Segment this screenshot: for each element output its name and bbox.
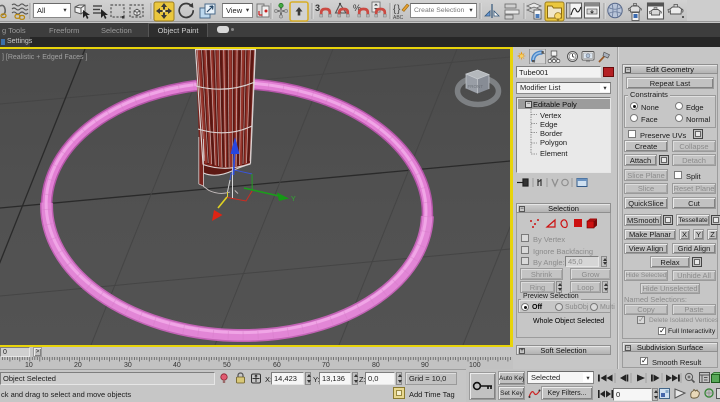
svg-text:ABC: ABC xyxy=(393,15,404,21)
svg-text:FRONT: FRONT xyxy=(468,84,484,89)
svg-text:}: } xyxy=(397,4,401,15)
svg-text:3: 3 xyxy=(315,3,320,13)
svg-text:Y: Y xyxy=(291,196,296,203)
svg-text:] [Realistic + Edged Faces ]: ] [Realistic + Edged Faces ] xyxy=(2,54,87,61)
